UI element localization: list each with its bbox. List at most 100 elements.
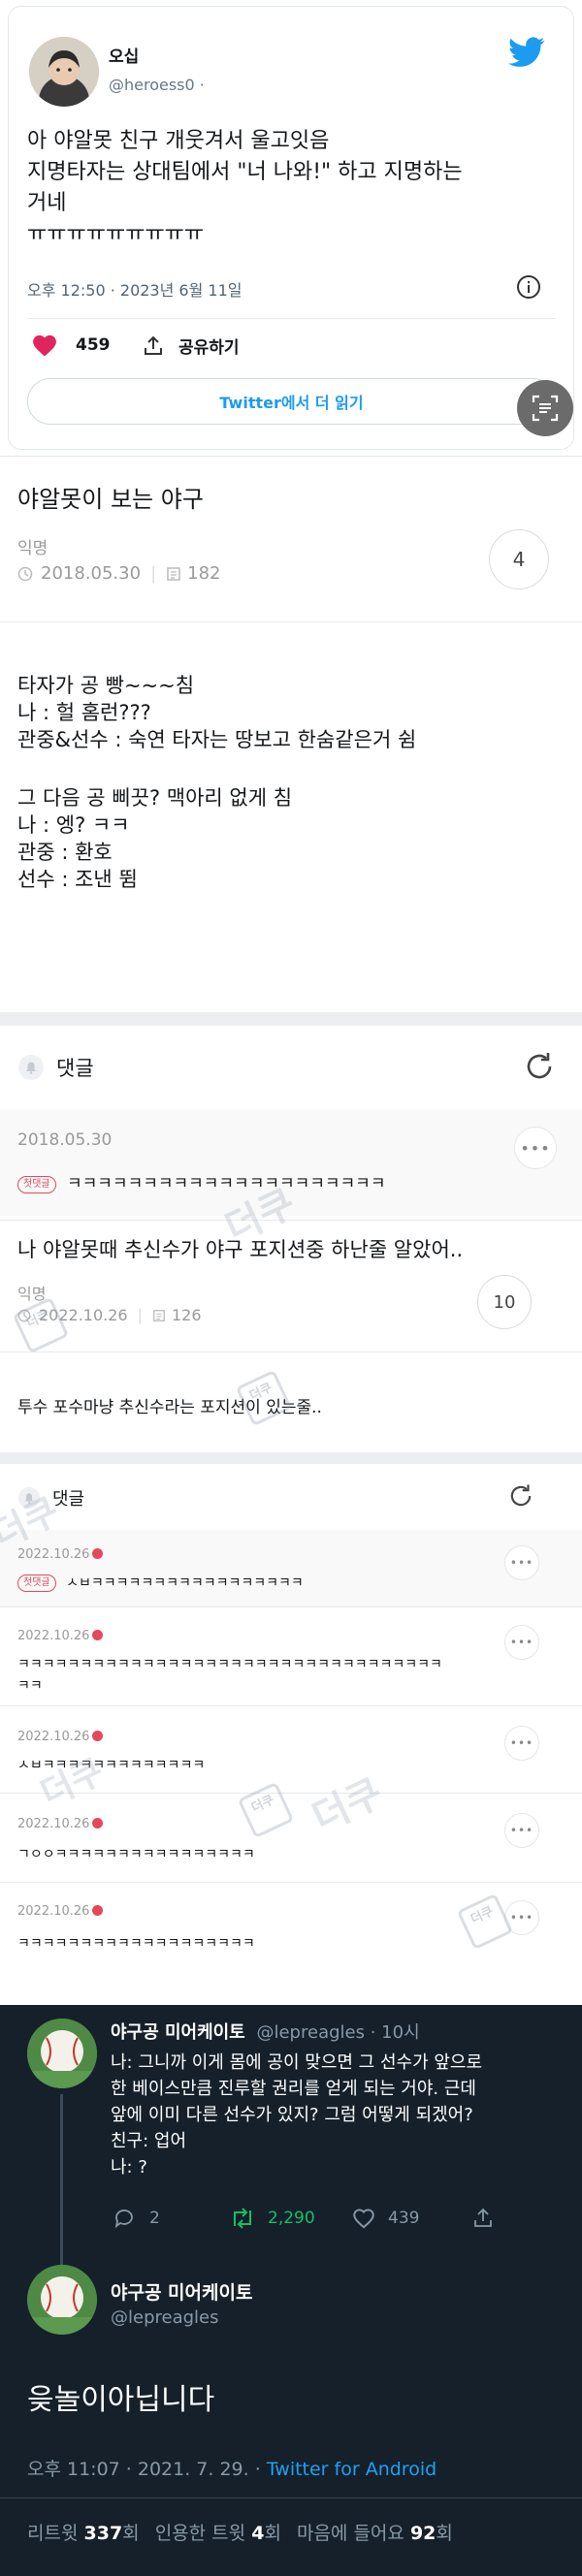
comment-line: ㅋㅋ bbox=[17, 1678, 43, 1694]
comment-more-button[interactable]: ••• bbox=[504, 1625, 539, 1660]
comment-more-button[interactable]: ••• bbox=[504, 1545, 539, 1580]
share-icon[interactable] bbox=[471, 2207, 495, 2230]
comment-date-row: 2022.10.26 bbox=[17, 1730, 104, 1744]
share-button[interactable]: 공유하기 bbox=[142, 334, 240, 358]
avatar[interactable] bbox=[27, 2265, 97, 2335]
post-separator bbox=[0, 621, 582, 622]
tweet-line: 거네 bbox=[27, 191, 67, 215]
comment-count-button[interactable]: 4 bbox=[489, 529, 549, 589]
comment-text-row: 첫댓글 ㅅㅂㅋㅋㅋㅋㅋㅋㅋㅋㅋㅋㅋㅋㅋㅋㅋㅋㅋ bbox=[17, 1573, 304, 1592]
more-dots-icon: ••• bbox=[509, 1556, 534, 1570]
time-ago[interactable]: · 10시 bbox=[371, 2022, 420, 2043]
refresh-icon[interactable] bbox=[522, 1049, 557, 1084]
tweet-text: 나: 그니까 이게 몸에 공이 맞으면 그 선수가 앞으로 한 베이스만큼 진루… bbox=[111, 2050, 576, 2180]
comments-label: 댓글 bbox=[56, 1057, 94, 1080]
tweet-line: 지명타자는 상대팀에서 "너 나와!" 하고 지명하는 bbox=[27, 160, 463, 184]
display-name[interactable]: 야구공 미어케이토 bbox=[111, 2022, 245, 2043]
watermark-logo-text: 더쿠 bbox=[24, 1308, 52, 1331]
tweet-line: 나: 그니까 이게 몸에 공이 맞으면 그 선수가 앞으로 bbox=[111, 2052, 483, 2073]
scan-text-button[interactable] bbox=[517, 380, 573, 436]
tweet-card: 오십 @heroess0 · 아 야알못 친구 개웃겨서 울고잇음 지명타자는 … bbox=[0, 0, 582, 456]
avatar[interactable] bbox=[29, 37, 99, 107]
body-line: 그 다음 공 삐끗? 맥아리 없게 침 bbox=[17, 786, 293, 810]
likes-label: 마음에 들어요 bbox=[296, 2523, 404, 2544]
comment-date-row: 2022.10.26 bbox=[17, 1629, 104, 1643]
views-icon bbox=[166, 566, 181, 582]
avatar[interactable] bbox=[27, 2019, 97, 2088]
quotes-stat[interactable]: 인용한 트윗 4회 bbox=[155, 2523, 281, 2544]
comment-item: 2022.10.26 첫댓글 ㅅㅂㅋㅋㅋㅋㅋㅋㅋㅋㅋㅋㅋㅋㅋㅋㅋㅋㅋ ••• bbox=[0, 1530, 582, 1607]
refresh-icon[interactable] bbox=[506, 1481, 535, 1511]
comment-count: 10 bbox=[493, 1291, 516, 1313]
clock-icon bbox=[17, 566, 33, 582]
stats-divider bbox=[0, 2497, 582, 2498]
body-line: 타자가 공 빵~~~침 bbox=[17, 674, 195, 697]
tweet-line: 한 베이스만큼 진루할 권리를 얻게 되는 거야. 근데 bbox=[111, 2079, 476, 2099]
comment-line: ㅋㅋㅋㅋㅋㅋㅋㅋㅋㅋㅋㅋㅋㅋㅋㅋㅋㅋㅋㅋㅋㅋㅋㅋㅋㅋㅋㅋㅋㅋㅋㅋㅋㅋ bbox=[17, 1657, 442, 1672]
post-views: 126 bbox=[172, 1306, 202, 1324]
handle[interactable]: @heroess0 bbox=[109, 76, 195, 94]
comments-header: 댓글 bbox=[17, 1053, 94, 1082]
twitter-bird-icon[interactable] bbox=[508, 37, 545, 68]
read-more-button[interactable]: Twitter에서 더 읽기 bbox=[27, 378, 556, 425]
post-title: 야알못이 보는 야구 bbox=[17, 486, 204, 513]
likes-stat[interactable]: 마음에 들어요 92회 bbox=[297, 2523, 453, 2544]
share-label: 공유하기 bbox=[178, 338, 240, 358]
comment-date: 2022.10.26 bbox=[17, 1904, 90, 1919]
unit: 회 bbox=[122, 2523, 140, 2544]
post-views: 182 bbox=[187, 563, 221, 584]
display-name[interactable]: 오십 bbox=[109, 43, 139, 67]
like-button[interactable]: 459 bbox=[31, 334, 111, 357]
comment-text: ㅋㅋㅋㅋㅋㅋㅋㅋㅋㅋㅋㅋㅋㅋㅋㅋㅋㅋㅋㅋㅋ bbox=[67, 1174, 386, 1193]
comment-more-button[interactable]: ••• bbox=[504, 1726, 539, 1761]
post-body: 타자가 공 빵~~~침 나 : 헐 홈런??? 관중&선수 : 숙연 타자는 땅… bbox=[17, 672, 416, 893]
body-line: 선수 : 조낸 뜀 bbox=[17, 868, 138, 891]
handle-row: @heroess0 · bbox=[109, 76, 205, 94]
display-name[interactable]: 야구공 미어케이토 bbox=[111, 2278, 252, 2305]
new-dot-icon bbox=[92, 1548, 104, 1559]
quotes-count: 4 bbox=[251, 2523, 265, 2544]
comment-text-row: 첫댓글 ㅋㅋㅋㅋㅋㅋㅋㅋㅋㅋㅋㅋㅋㅋㅋㅋㅋㅋㅋㅋㅋ bbox=[17, 1169, 385, 1193]
more-dots-icon: ••• bbox=[509, 1636, 534, 1649]
retweets-label: 리트윗 bbox=[27, 2523, 79, 2544]
tweet-line: 아 야알못 친구 개웃겨서 울고잇음 bbox=[27, 129, 330, 153]
comment-item: 2022.10.26 ㄱㅇㅇㅋㅋㅋㅋㅋㅋㅋㅋㅋㅋㅋㅋㅋㅋㅋㅋ ••• bbox=[0, 1794, 582, 1883]
timestamp[interactable]: 오후 11:07 · 2021. 7. 29. · bbox=[27, 2459, 267, 2480]
info-icon[interactable] bbox=[516, 274, 541, 300]
comments-label: 댓글 bbox=[52, 1489, 85, 1510]
comment-text: ㅋㅋㅋㅋㅋㅋㅋㅋㅋㅋㅋㅋㅋㅋㅋㅋㅋㅋㅋㅋㅋㅋㅋㅋㅋㅋㅋㅋㅋㅋㅋㅋㅋㅋ ㅋㅋ bbox=[17, 1654, 442, 1697]
client-link[interactable]: Twitter for Android bbox=[267, 2459, 436, 2480]
first-comment-badge: 첫댓글 bbox=[17, 1574, 56, 1592]
scan-text-icon bbox=[531, 394, 560, 423]
tweet-text: 읒놀이아닙니다 bbox=[27, 2383, 215, 2417]
handle[interactable]: @lepreagles bbox=[111, 2307, 219, 2328]
retweets-stat[interactable]: 리트윗 337회 bbox=[27, 2523, 140, 2544]
more-dots-icon: ••• bbox=[509, 1824, 534, 1837]
share-icon bbox=[142, 334, 165, 358]
comment-more-button[interactable]: ••• bbox=[504, 1813, 539, 1848]
unit: 회 bbox=[264, 2523, 281, 2544]
bell-icon bbox=[17, 1054, 45, 1081]
body-line: 관중 : 환호 bbox=[17, 841, 113, 864]
tweet-line: ㅠㅠㅠㅠㅠㅠㅠㅠㅠ bbox=[27, 222, 205, 246]
body-line: 나 : 헐 홈런??? bbox=[17, 701, 151, 724]
comment-count: 4 bbox=[512, 548, 526, 571]
like-button[interactable]: 439 bbox=[351, 2207, 419, 2230]
body-line: 나 : 엥? ㅋㅋ bbox=[17, 813, 130, 837]
retweet-button[interactable]: 2,290 bbox=[229, 2207, 315, 2230]
comment-more-button[interactable]: ••• bbox=[514, 1127, 557, 1169]
read-more-label: Twitter에서 더 읽기 bbox=[219, 394, 364, 412]
handle[interactable]: @lepreagles bbox=[256, 2022, 365, 2043]
post-date: 2018.05.30 bbox=[41, 563, 142, 584]
meta-separator: | bbox=[150, 563, 157, 584]
tweet-text: 아 야알못 친구 개웃겨서 울고잇음 지명타자는 상대팀에서 "너 나와!" 하… bbox=[27, 126, 556, 250]
reply-button[interactable]: 2 bbox=[113, 2207, 160, 2230]
timestamp[interactable]: 오후 12:50 · 2023년 6월 11일 bbox=[27, 277, 242, 301]
comment-text: ㅅㅂㅋㅋㅋㅋㅋㅋㅋㅋㅋㅋㅋㅋㅋㅋㅋㅋㅋ bbox=[66, 1575, 304, 1591]
post-meta: 2018.05.30 | 182 bbox=[17, 563, 221, 584]
watermark-logo-text: 더쿠 bbox=[249, 1793, 277, 1816]
comment-text: ㄱㅇㅇㅋㅋㅋㅋㅋㅋㅋㅋㅋㅋㅋㅋㅋㅋㅋㅋ bbox=[17, 1847, 255, 1862]
comment-count-button[interactable]: 10 bbox=[477, 1275, 532, 1329]
likes-count: 92 bbox=[409, 2523, 436, 2544]
heart-outline-icon bbox=[351, 2207, 376, 2230]
